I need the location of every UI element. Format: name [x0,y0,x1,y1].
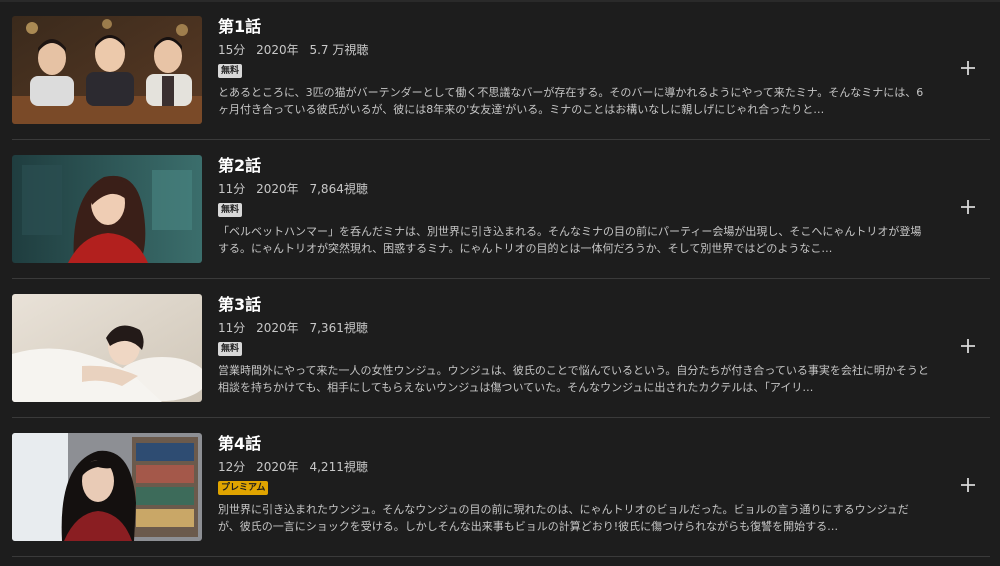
episode-meta: 11分 2020年 7,361視聴 [218,320,930,336]
add-to-list-button[interactable] [956,473,980,497]
episode-title[interactable]: 第2話 [218,155,930,179]
episode-thumbnail[interactable] [12,155,202,263]
episode-views: 7,361視聴 [309,321,368,335]
episode-info: 第1話 15分 2020年 5.7 万視聴 無料 とあるところに、3匹の猫がバー… [218,16,930,118]
thumbnail-image [12,433,202,541]
episode-title[interactable]: 第3話 [218,294,930,318]
thumbnail-image [12,155,202,263]
plus-icon [961,339,975,353]
episode-row[interactable]: 第4話 12分 2020年 4,211視聴 プレミアム 別世界に引き込まれたウン… [12,417,990,555]
episode-info: 第4話 12分 2020年 4,211視聴 プレミアム 別世界に引き込まれたウン… [218,433,930,535]
episode-year: 2020年 [256,182,299,196]
free-badge: 無料 [218,203,243,217]
premium-badge: プレミアム [218,481,269,495]
plus-icon [961,478,975,492]
episode-year: 2020年 [256,460,299,474]
episode-row[interactable]: 第3話 11分 2020年 7,361視聴 無料 営業時間外にやって来た一人の女… [12,278,990,416]
episode-meta: 11分 2020年 7,864視聴 [218,181,930,197]
episode-duration: 11分 [218,321,246,335]
episode-description: 営業時間外にやって来た一人の女性ウンジュ。ウンジュは、彼氏のことで悩んでいるとい… [218,364,929,394]
episode-row[interactable]: 第2話 11分 2020年 7,864視聴 無料 「ベルベットハンマー」を呑んだ… [12,139,990,277]
episode-title[interactable]: 第1話 [218,16,930,40]
episode-thumbnail[interactable] [12,294,202,402]
free-badge: 無料 [218,342,243,356]
episode-info: 第3話 11分 2020年 7,361視聴 無料 営業時間外にやって来た一人の女… [218,294,930,396]
add-to-list-button[interactable] [956,195,980,219]
episode-thumbnail[interactable] [12,16,202,124]
episode-duration: 11分 [218,182,246,196]
episode-views: 7,864視聴 [309,182,368,196]
plus-icon [961,200,975,214]
episode-meta: 15分 2020年 5.7 万視聴 [218,42,930,58]
episode-views: 4,211視聴 [309,460,368,474]
thumbnail-image [12,16,202,124]
episode-year: 2020年 [256,321,299,335]
episode-duration: 15分 [218,43,246,57]
add-to-list-button[interactable] [956,334,980,358]
episode-title[interactable]: 第4話 [218,433,930,457]
free-badge: 無料 [218,64,243,78]
episode-row[interactable]: 第1話 15分 2020年 5.7 万視聴 無料 とあるところに、3匹の猫がバー… [12,0,990,138]
episode-info: 第2話 11分 2020年 7,864視聴 無料 「ベルベットハンマー」を呑んだ… [218,155,930,257]
row-divider [12,556,990,557]
episode-description: とあるところに、3匹の猫がバーテンダーとして働く不思議なバーが存在する。そのバー… [218,86,924,116]
add-to-list-button[interactable] [956,56,980,80]
plus-icon [961,61,975,75]
thumbnail-image [12,294,202,402]
episode-year: 2020年 [256,43,299,57]
episode-thumbnail[interactable] [12,433,202,541]
episode-views: 5.7 万視聴 [309,43,369,57]
episode-description: 「ベルベットハンマー」を呑んだミナは、別世界に引き込まれる。そんなミナの目の前に… [218,225,922,255]
episode-description: 別世界に引き込まれたウンジュ。そんなウンジュの目の前に現れたのは、にゃんトリオの… [218,503,909,533]
episode-duration: 12分 [218,460,246,474]
episode-meta: 12分 2020年 4,211視聴 [218,459,930,475]
